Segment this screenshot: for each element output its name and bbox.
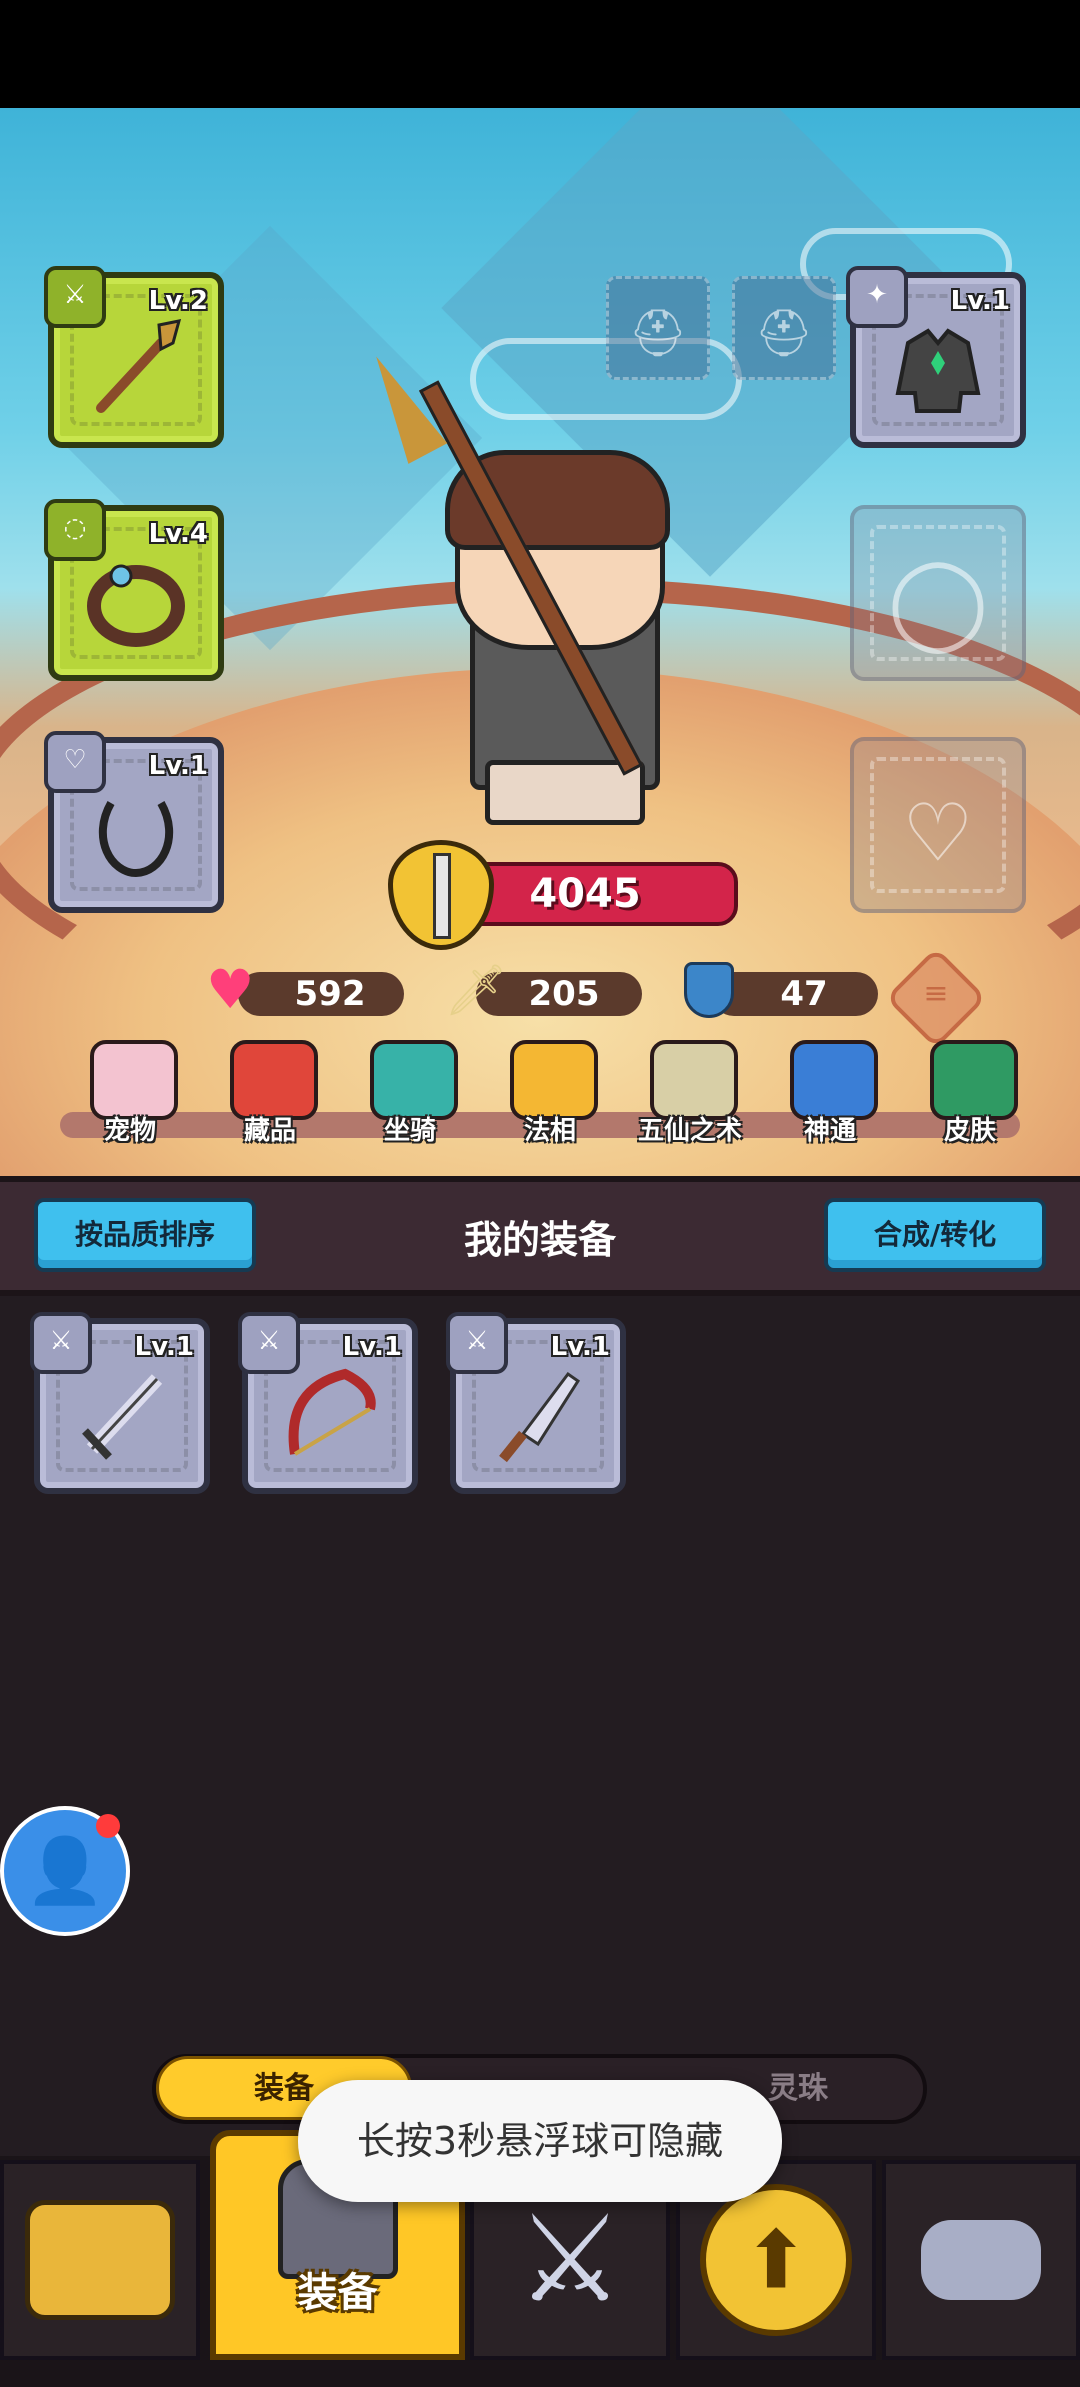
feature-icon [370, 1040, 458, 1120]
armor-level: Lv.1 [950, 286, 1010, 316]
upgrade-arrow-icon: ⬆ [700, 2184, 852, 2336]
ring-placeholder-icon: ◯ [887, 548, 989, 654]
helmet-placeholder-icon: ⛑ [754, 305, 814, 360]
armor-icon [895, 328, 981, 414]
ring-icon [87, 564, 185, 648]
list-icon: ≡ [923, 976, 949, 1011]
feature-0[interactable]: 宠物 [70, 1040, 190, 1150]
heart-icon: ♥ [206, 958, 255, 1021]
attack-value: 205 [528, 974, 600, 1014]
ring-slot-empty[interactable]: ◯ [850, 505, 1026, 681]
inventory-item[interactable]: ⚔ Lv.1 [30, 1312, 210, 1494]
feature-2[interactable]: 坐骑 [350, 1040, 470, 1150]
necklace-level: Lv.1 [148, 751, 208, 781]
necklace-placeholder-icon: ♡ [902, 786, 974, 880]
feature-label: 皮肤 [943, 1116, 996, 1146]
helmet-placeholder-icon: ⛑ [628, 305, 688, 360]
craft-convert-button[interactable]: 合成/转化 [824, 1198, 1046, 1272]
feature-icon [650, 1040, 738, 1120]
helmet-slot-a[interactable]: ⛑ [606, 276, 710, 380]
nav-equipment-label: 装备 [297, 2270, 378, 2316]
necklace-icon [98, 801, 174, 878]
feature-3[interactable]: 法相 [490, 1040, 610, 1150]
armor-slot[interactable]: ✦ Lv.1 [846, 266, 1026, 448]
item-level: Lv.1 [342, 1332, 402, 1362]
feature-label: 宠物 [103, 1116, 156, 1146]
feature-label: 法相 [523, 1116, 576, 1146]
feature-icon [230, 1040, 318, 1120]
hp-value: 592 [294, 974, 366, 1014]
locked-placeholder-icon [921, 2220, 1041, 2300]
feature-6[interactable]: 皮肤 [910, 1040, 1030, 1150]
toast-message: 长按3秒悬浮球可隐藏 [298, 2080, 782, 2202]
item-level: Lv.1 [134, 1332, 194, 1362]
feature-label: 坐骑 [383, 1116, 436, 1146]
feature-4[interactable]: 五仙之术 [630, 1040, 750, 1150]
weapon-slot[interactable]: ⚔ Lv.2 [44, 266, 224, 448]
shield-icon [684, 962, 734, 1018]
feature-1[interactable]: 藏品 [210, 1040, 330, 1150]
item-level: Lv.1 [550, 1332, 610, 1362]
chest-icon [25, 2200, 175, 2320]
ring-level: Lv.4 [148, 519, 208, 549]
crossed-swords-icon: ⚔ [516, 2190, 624, 2330]
blade-icon [499, 1372, 581, 1463]
feature-label: 神通 [803, 1116, 856, 1146]
sword-stat-icon: 🗡 [444, 961, 508, 1019]
feature-label: 五仙之术 [637, 1116, 742, 1146]
feature-icon [930, 1040, 1018, 1120]
ring-slot[interactable]: ◌ Lv.4 [44, 499, 224, 681]
feature-label: 藏品 [243, 1116, 296, 1146]
power-value: 4045 [529, 871, 641, 917]
arrow-up-icon: ⬆ [742, 2213, 810, 2307]
spear-icon [96, 319, 182, 414]
sword-icon [82, 1374, 163, 1460]
weapon-level: Lv.2 [148, 286, 208, 316]
feature-icon [510, 1040, 598, 1120]
sort-by-quality-button[interactable]: 按品质排序 [34, 1198, 256, 1272]
notification-dot [96, 1814, 120, 1838]
inventory-item[interactable]: ⚔ Lv.1 [446, 1312, 626, 1494]
nav-treasure[interactable] [0, 2160, 200, 2360]
nav-locked[interactable] [882, 2160, 1080, 2360]
feature-icon [90, 1040, 178, 1120]
necklace-slot[interactable]: ♡ Lv.1 [44, 731, 224, 913]
helmet-slot-b[interactable]: ⛑ [732, 276, 836, 380]
user-icon: 👤 [25, 1834, 105, 1909]
bow-icon [288, 1368, 376, 1456]
defense-value: 47 [780, 974, 828, 1014]
feature-icon [790, 1040, 878, 1120]
floating-assistant-ball[interactable]: 👤 [0, 1806, 130, 1936]
status-bar [0, 0, 1080, 108]
necklace-slot-empty[interactable]: ♡ [850, 737, 1026, 913]
inventory-title: 我的装备 [463, 1218, 616, 1262]
inventory-item[interactable]: ⚔ Lv.1 [238, 1312, 418, 1494]
feature-5[interactable]: 神通 [770, 1040, 890, 1150]
